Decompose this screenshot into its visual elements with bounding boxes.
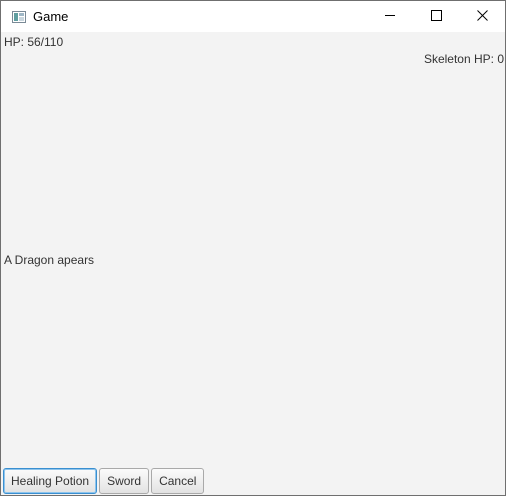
app-icon (12, 10, 26, 23)
battle-message: A Dragon apears (4, 253, 95, 267)
healing-potion-button[interactable]: Healing Potion (3, 468, 98, 494)
cancel-button[interactable]: Cancel (151, 468, 205, 494)
game-area: HP: 56/110 Skeleton HP: 0 A Dragon apear… (1, 32, 505, 495)
close-button[interactable] (459, 1, 505, 32)
title-bar[interactable]: Game (1, 1, 505, 32)
player-hp-label: HP: 56/110 (4, 35, 64, 49)
minimize-icon (384, 8, 396, 26)
maximize-icon (430, 8, 442, 26)
close-icon (476, 8, 488, 26)
sword-button[interactable]: Sword (99, 468, 150, 494)
game-window: Game HP: 56/110 Skeleton HP: 0 A Dragon … (0, 0, 506, 496)
minimize-button[interactable] (367, 1, 413, 32)
action-button-bar: Healing Potion Sword Cancel (3, 468, 205, 494)
maximize-button[interactable] (413, 1, 459, 32)
window-title: Game (33, 9, 69, 24)
enemy-hp-label: Skeleton HP: 0 (423, 52, 504, 66)
